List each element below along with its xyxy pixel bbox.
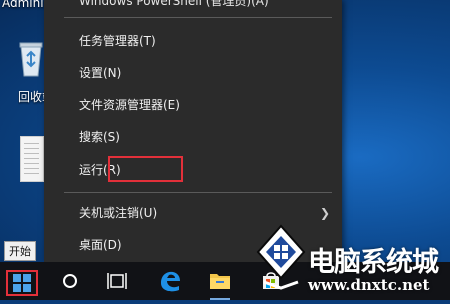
- site-logo-icon: [256, 224, 306, 290]
- menu-item-file-explorer[interactable]: 文件资源管理器(E): [44, 90, 342, 120]
- menu-item-powershell-admin[interactable]: Windows PowerShell (管理员)(A): [44, 0, 342, 16]
- watermark-url: www.dnxtc.net: [308, 276, 430, 294]
- search-button[interactable]: [56, 262, 84, 300]
- start-highlight-box: [6, 270, 38, 296]
- start-tooltip: 开始: [4, 241, 36, 261]
- menu-item-run[interactable]: 运行(R): [44, 155, 342, 185]
- file-explorer-button[interactable]: [206, 262, 234, 300]
- menu-separator: [64, 192, 332, 193]
- desktop-partial-label: Adminis: [2, 0, 50, 10]
- task-view-icon: [107, 273, 127, 289]
- start-button[interactable]: [0, 262, 46, 300]
- watermark-title: 电脑系统城: [308, 247, 439, 278]
- folder-icon: [210, 274, 230, 289]
- menu-item-label: 关机或注销(U): [79, 206, 158, 220]
- circle-search-icon: [63, 274, 77, 288]
- task-view-button[interactable]: [104, 262, 130, 300]
- menu-item-task-manager[interactable]: 任务管理器(T): [44, 26, 342, 56]
- menu-item-search[interactable]: 搜索(S): [44, 122, 342, 152]
- recycle-bin-icon[interactable]: [18, 42, 44, 78]
- watermark: 电脑系统城 www.dnxtc.net: [254, 222, 450, 300]
- menu-separator: [64, 17, 332, 18]
- run-highlight-box: [108, 156, 183, 182]
- menu-item-settings[interactable]: 设置(N): [44, 58, 342, 88]
- document-icon[interactable]: [20, 136, 44, 182]
- edge-icon: [161, 271, 180, 292]
- edge-button[interactable]: [156, 262, 184, 300]
